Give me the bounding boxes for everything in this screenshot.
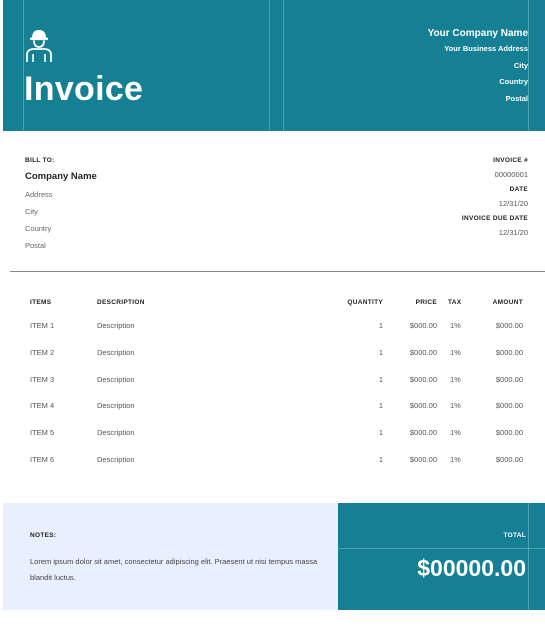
table-row: ITEM 5 Description 1 $000.00 1% $000.00 <box>3 428 545 442</box>
item-amount: $000.00 <box>495 401 523 411</box>
total-guide-line <box>528 503 529 610</box>
total-amount: $00000.00 <box>417 555 526 581</box>
item-description: Description <box>97 401 135 411</box>
bill-to-label: BILL TO: <box>25 157 55 164</box>
header-guide-line <box>269 0 270 131</box>
item-tax: 1% <box>450 455 461 464</box>
item-quantity: 1 <box>378 401 383 411</box>
notes-label: NOTES: <box>30 532 57 539</box>
item-quantity: 1 <box>378 321 383 330</box>
due-date: 12/31/20 <box>498 228 528 237</box>
item-quantity: 1 <box>378 428 383 438</box>
item-description: Description <box>97 374 135 384</box>
invoice-header: Invoice Your Company Name Your Business … <box>3 0 545 131</box>
col-header-amount: AMOUNT <box>492 299 523 306</box>
company-address: Your Business Address <box>444 44 528 53</box>
date-label: DATE <box>509 186 528 193</box>
invoice-number-label: INVOICE # <box>493 157 528 164</box>
company-city: City <box>513 60 528 70</box>
table-row: ITEM 4 Description 1 $000.00 1% $000.00 <box>3 401 545 415</box>
invoice-title: Invoice <box>24 70 144 108</box>
item-price: $000.00 <box>409 401 437 411</box>
col-header-quantity: QUANTITY <box>347 299 383 306</box>
bill-to-section: BILL TO: Company Name Address City Count… <box>25 157 97 250</box>
company-postal: Postal <box>505 93 528 103</box>
col-header-items: ITEMS <box>30 299 52 306</box>
item-amount: $000.00 <box>495 347 523 357</box>
item-amount: $000.00 <box>495 374 523 384</box>
total-section: TOTAL $00000.00 <box>338 503 545 610</box>
item-amount: $000.00 <box>495 455 523 464</box>
col-header-description: DESCRIPTION <box>97 299 145 306</box>
col-header-tax: TAX <box>448 299 462 306</box>
company-name: Your Company Name <box>427 28 528 39</box>
item-name: ITEM 3 <box>30 374 55 384</box>
notes-section: NOTES: Lorem ipsum dolor sit amet, conse… <box>3 503 338 610</box>
item-tax: 1% <box>450 401 461 411</box>
company-country: Country <box>499 77 528 86</box>
invoice-date: 12/31/20 <box>498 199 528 208</box>
item-price: $000.00 <box>409 347 437 357</box>
table-row: ITEM 1 Description 1 $000.00 1% $000.00 <box>3 321 545 335</box>
item-tax: 1% <box>450 347 461 357</box>
item-description: Description <box>97 321 135 330</box>
construction-worker-icon <box>26 30 52 62</box>
due-date-label: INVOICE DUE DATE <box>461 215 528 222</box>
table-row: ITEM 2 Description 1 $000.00 1% $000.00 <box>3 348 545 362</box>
item-tax: 1% <box>450 374 461 384</box>
bill-to-postal: Postal <box>25 241 46 250</box>
item-description: Description <box>97 347 135 357</box>
item-quantity: 1 <box>378 455 383 464</box>
header-guide-line <box>528 0 529 131</box>
item-quantity: 1 <box>378 374 383 384</box>
item-description: Description <box>97 455 135 464</box>
item-description: Description <box>97 428 135 438</box>
item-name: ITEM 6 <box>30 455 55 464</box>
company-info: Your Company Name Your Business Address … <box>428 26 528 107</box>
section-divider <box>10 271 545 272</box>
item-price: $000.00 <box>409 374 437 384</box>
total-guide-line <box>338 548 545 549</box>
invoice-number: 00000001 <box>494 170 528 179</box>
bill-to-address: Address <box>25 190 53 199</box>
header-guide-line <box>283 0 284 131</box>
notes-text: Lorem ipsum dolor sit amet, consectetur … <box>30 557 318 582</box>
total-label: TOTAL <box>503 532 526 539</box>
table-row: ITEM 3 Description 1 $000.00 1% $000.00 <box>3 375 545 389</box>
item-price: $000.00 <box>409 455 437 464</box>
bill-to-city: City <box>25 207 38 216</box>
table-row: ITEM 6 Description 1 $000.00 1% $000.00 <box>3 455 545 469</box>
item-name: ITEM 5 <box>30 428 55 438</box>
item-price: $000.00 <box>409 428 437 438</box>
item-amount: $000.00 <box>495 321 523 330</box>
item-quantity: 1 <box>378 347 383 357</box>
item-tax: 1% <box>450 321 461 330</box>
item-amount: $000.00 <box>495 428 523 438</box>
col-header-price: PRICE <box>415 299 437 306</box>
item-price: $000.00 <box>409 321 437 330</box>
bill-to-country: Country <box>25 224 52 233</box>
invoice-page: Invoice Your Company Name Your Business … <box>3 0 545 635</box>
header-guide-line <box>23 0 24 131</box>
item-name: ITEM 1 <box>30 321 55 330</box>
item-name: ITEM 2 <box>30 347 55 357</box>
item-name: ITEM 4 <box>30 401 55 411</box>
invoice-meta: INVOICE # 00000001 DATE 12/31/20 INVOICE… <box>462 157 528 244</box>
bill-to-name: Company Name <box>25 171 97 182</box>
item-tax: 1% <box>450 428 461 438</box>
